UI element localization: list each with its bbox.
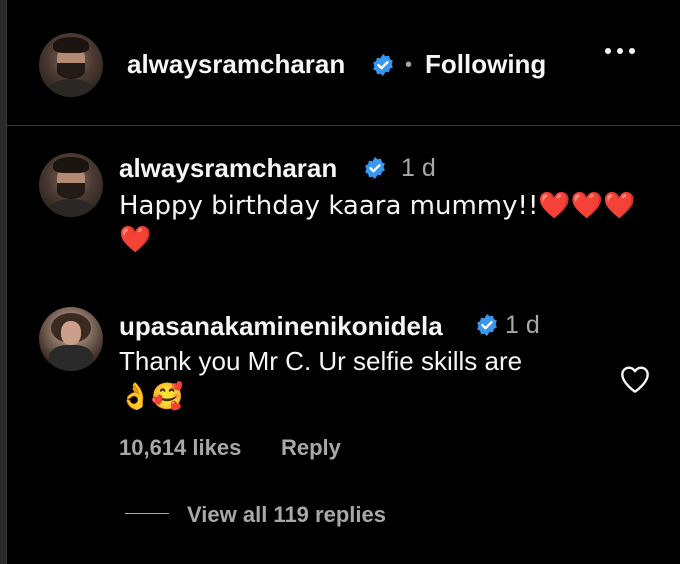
comment-text: Thank you Mr C. Ur selfie skills are: [119, 346, 523, 376]
comment-text-continued: 👌🥰: [119, 382, 184, 412]
comments-panel: alwaysramcharan • Following alwaysramcha…: [6, 0, 680, 564]
like-heart-icon[interactable]: [619, 364, 651, 394]
reply-button[interactable]: Reply: [281, 435, 341, 461]
comment-username[interactable]: upasanakaminenikonidela: [119, 311, 443, 342]
verified-badge-icon: [373, 54, 393, 76]
comment-time: 1 d: [505, 311, 540, 339]
comment-text: Happy birthday kaara mummy!!❤️❤️❤️: [119, 191, 636, 221]
post-header: alwaysramcharan • Following: [7, 0, 680, 126]
likes-count[interactable]: 10,614 likes: [119, 435, 241, 461]
avatar[interactable]: [39, 33, 103, 97]
view-replies-button[interactable]: View all 119 replies: [187, 502, 386, 528]
avatar[interactable]: [39, 153, 103, 217]
comment-time: 1 d: [401, 154, 436, 182]
comment-username[interactable]: alwaysramcharan: [119, 153, 337, 184]
separator-dot: •: [405, 54, 413, 76]
replies-divider-line: [125, 513, 169, 514]
header-username[interactable]: alwaysramcharan: [127, 49, 345, 80]
comment-text-continued: ❤️: [119, 225, 152, 255]
verified-badge-icon: [365, 157, 385, 179]
following-button[interactable]: Following: [425, 49, 546, 80]
avatar[interactable]: [39, 307, 103, 371]
verified-badge-icon: [477, 314, 497, 336]
more-horizontal-icon[interactable]: [605, 48, 639, 58]
